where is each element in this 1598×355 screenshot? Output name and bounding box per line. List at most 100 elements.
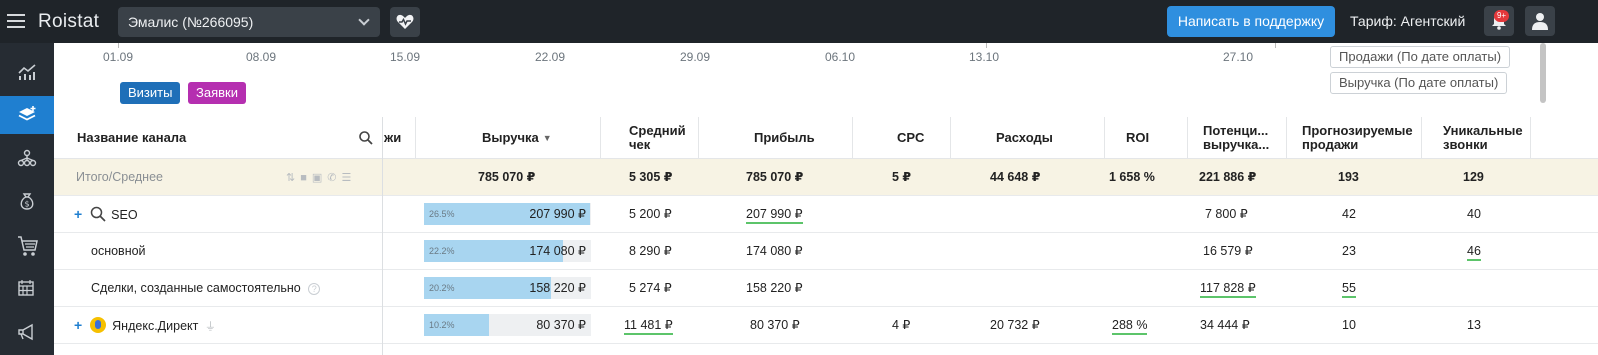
- total-cpc: 5 ₽: [892, 170, 912, 184]
- table-header: Название канала жи Выручка ▼ Средний чек…: [54, 117, 1598, 159]
- unique-calls[interactable]: 46: [1467, 233, 1481, 270]
- hamburger-menu-icon[interactable]: [7, 14, 25, 28]
- frozen-column-divider: [382, 117, 383, 355]
- hierarchy-icon: [17, 149, 37, 167]
- revenue-value: 174 080 ₽: [529, 244, 586, 258]
- column-unique-calls[interactable]: Уникальные звонки: [1443, 117, 1523, 159]
- revenue-bar: 22.2% 174 080 ₽: [424, 240, 591, 262]
- column-avg-check[interactable]: Средний чек: [629, 117, 695, 159]
- megaphone-icon: [18, 323, 33, 341]
- channels-table: Название канала жи Выручка ▼ Средний чек…: [54, 117, 1598, 355]
- column-forecast-sales[interactable]: Прогнозируемые продажи: [1302, 117, 1422, 159]
- expand-icon[interactable]: +: [74, 317, 82, 333]
- sidebar-item-hierarchy[interactable]: [0, 139, 54, 177]
- help-icon[interactable]: ?: [308, 283, 321, 295]
- column-partial[interactable]: жи: [384, 117, 401, 159]
- forecast-sales: 10: [1342, 318, 1356, 332]
- chart-icon[interactable]: ▣: [312, 172, 327, 184]
- user-icon: [1532, 13, 1548, 30]
- column-cpc[interactable]: CPC: [897, 117, 924, 159]
- layers-icon: [18, 106, 36, 121]
- profit: 174 080 ₽: [746, 244, 803, 258]
- column-channel-name[interactable]: Название канала: [77, 117, 186, 159]
- total-label: Итого/Среднее: [76, 170, 163, 184]
- calendar-icon: [18, 280, 34, 296]
- metric-sales-button[interactable]: Продажи (По дате оплаты): [1330, 46, 1511, 68]
- grid-icon[interactable]: ■: [300, 172, 312, 184]
- costs: 20 732 ₽: [990, 318, 1040, 332]
- profit: 158 220 ₽: [746, 281, 803, 295]
- cpc: 4 ₽: [892, 318, 911, 332]
- svg-text:$: $: [24, 200, 29, 209]
- money-bag-icon: $: [20, 193, 34, 210]
- revenue-value: 80 370 ₽: [536, 318, 586, 332]
- channel-label: основной: [91, 244, 146, 258]
- chevron-down-icon: [358, 14, 370, 26]
- top-bar: Roistat Эмалис (№266095) Написать в подд…: [0, 0, 1598, 43]
- total-roi: 1 658 %: [1109, 170, 1155, 184]
- channel-label: SEO: [111, 208, 138, 222]
- sidebar-item-layers[interactable]: [0, 96, 54, 134]
- column-profit[interactable]: Прибыль: [754, 117, 815, 159]
- revenue-bar: 20.2% 158 220 ₽: [424, 277, 591, 299]
- potential-revenue: 7 800 ₽: [1205, 207, 1248, 221]
- search-icon[interactable]: [359, 131, 373, 145]
- revenue-share: 20.2%: [429, 283, 455, 293]
- table-row[interactable]: + SEO 26.5% 207 990 ₽ 5 200 ₽ 207 990 ₽ …: [54, 196, 1598, 233]
- expand-icon[interactable]: +: [74, 206, 82, 222]
- axis-date: 01.09: [102, 50, 134, 64]
- channel-name: Сделки, созданные самостоятельно ?: [91, 270, 321, 307]
- logo[interactable]: Roistat: [38, 11, 99, 33]
- column-revenue[interactable]: Выручка ▼: [482, 117, 552, 159]
- sidebar-item-analytics[interactable]: [0, 53, 54, 91]
- yandex-direct-icon: [89, 317, 106, 333]
- potential-revenue: 16 579 ₽: [1203, 244, 1253, 258]
- phone-icon[interactable]: ✆: [327, 172, 341, 184]
- legend-visits[interactable]: Визиты: [120, 82, 181, 104]
- metric-revenue-button[interactable]: Выручка (По дате оплаты): [1330, 72, 1508, 94]
- main-content: 01.09 08.09 15.09 22.09 29.09 06.10 13.1…: [54, 43, 1598, 355]
- table-row[interactable]: основной 22.2% 174 080 ₽ 8 290 ₽ 174 080…: [54, 233, 1598, 270]
- list-icon[interactable]: ☰: [342, 172, 357, 184]
- axis-date: 15.09: [389, 50, 421, 64]
- sidebar-item-calendar[interactable]: [0, 269, 54, 307]
- sidebar-item-finance[interactable]: $: [0, 182, 54, 220]
- total-costs: 44 648 ₽: [990, 170, 1041, 184]
- revenue-bar: 26.5% 207 990 ₽: [424, 203, 591, 225]
- profit: 80 370 ₽: [750, 318, 800, 332]
- tariff-label[interactable]: Тариф: Агентский: [1350, 13, 1465, 29]
- total-revenue: 785 070 ₽: [478, 170, 536, 184]
- project-selector[interactable]: Эмалис (№266095): [118, 7, 380, 37]
- column-roi[interactable]: ROI: [1126, 117, 1149, 159]
- axis-date: 22.09: [534, 50, 566, 64]
- table-row-total: Итого/Среднее ⇅■▣✆☰ 785 070 ₽ 5 305 ₽ 78…: [54, 159, 1598, 196]
- sidebar-item-marketing[interactable]: [0, 313, 54, 351]
- column-potential-revenue[interactable]: Потенци... выручка...: [1203, 117, 1283, 159]
- favorite-button[interactable]: [390, 7, 420, 37]
- table-row[interactable]: Сделки, созданные самостоятельно ? 20.2%…: [54, 270, 1598, 307]
- sidebar-item-orders[interactable]: [0, 225, 54, 263]
- roi[interactable]: 288 %: [1112, 307, 1148, 344]
- table-row[interactable]: + Яндекс.Директ ⏚ 10.2% 80 370 ₽ 11 481 …: [54, 307, 1598, 344]
- scrollbar[interactable]: [1540, 43, 1546, 103]
- support-button[interactable]: Написать в поддержку: [1167, 6, 1335, 37]
- unique-calls: 40: [1467, 207, 1481, 221]
- heart-pulse-icon: [396, 14, 414, 29]
- revenue-value: 207 990 ₽: [529, 207, 586, 221]
- potential-revenue[interactable]: 117 828 ₽: [1200, 270, 1256, 307]
- forecast-sales: 23: [1342, 244, 1356, 258]
- sort-desc-icon: ▼: [542, 133, 552, 143]
- axis-date: 29.09: [679, 50, 711, 64]
- profit[interactable]: 207 990 ₽: [746, 196, 803, 233]
- axis-date: 27.10: [1222, 50, 1254, 64]
- forecast-sales: 42: [1342, 207, 1356, 221]
- legend-requests[interactable]: Заявки: [188, 82, 246, 104]
- revenue-share: 10.2%: [429, 320, 455, 330]
- avg-check[interactable]: 11 481 ₽: [624, 307, 673, 344]
- user-menu-button[interactable]: [1525, 6, 1555, 36]
- channel-label: Яндекс.Директ: [112, 319, 199, 333]
- column-costs[interactable]: Расходы: [996, 117, 1053, 159]
- sort-icon[interactable]: ⇅: [286, 172, 300, 184]
- forecast-sales[interactable]: 55: [1342, 270, 1356, 307]
- project-name: Эмалис (№266095): [128, 14, 254, 30]
